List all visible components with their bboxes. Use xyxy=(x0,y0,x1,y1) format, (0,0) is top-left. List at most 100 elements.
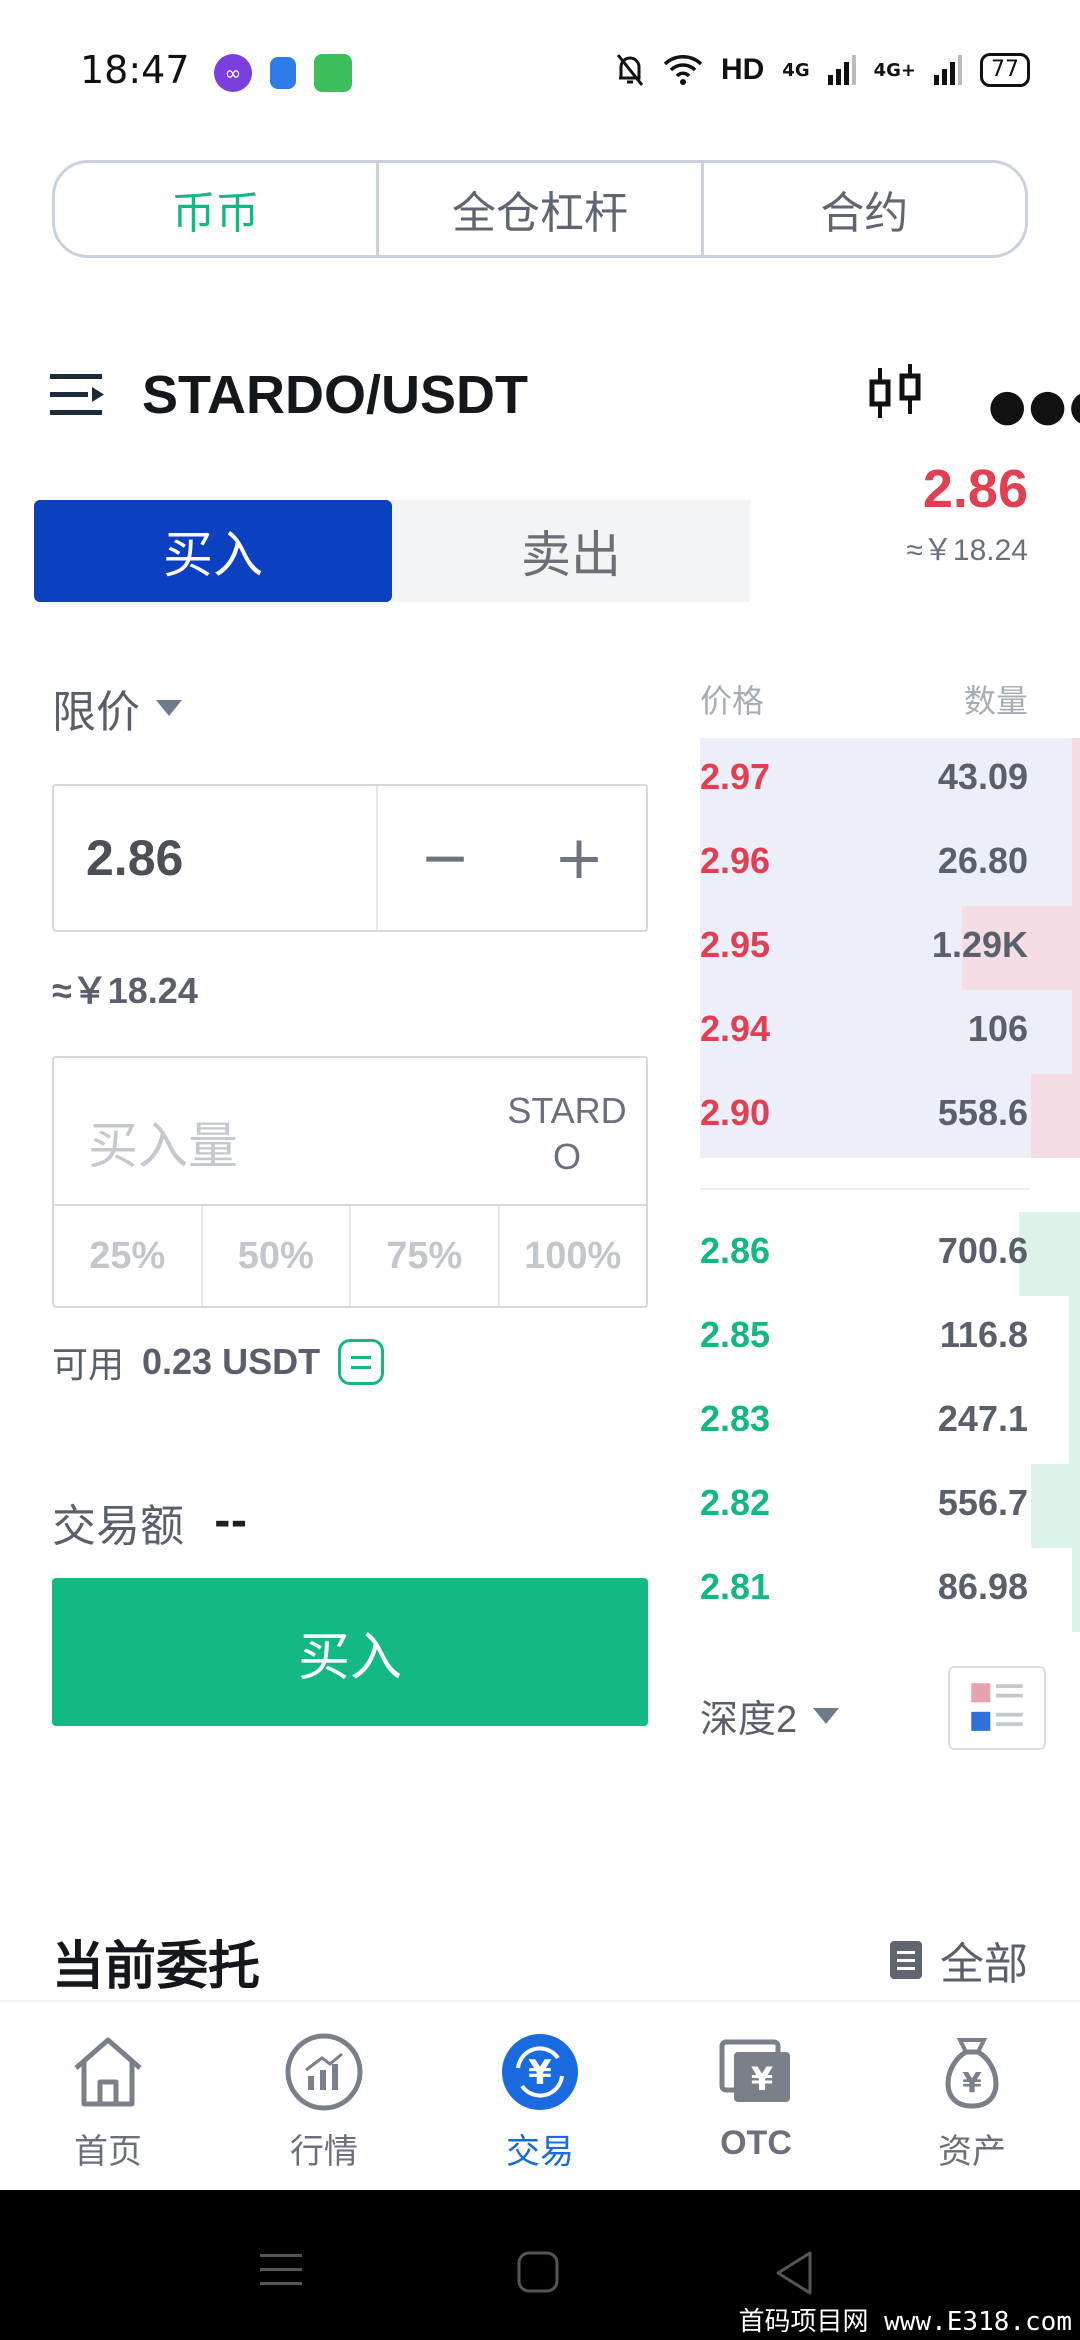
status-bar: 18:47 ∞ HD 4G 4G+ 77 xyxy=(0,0,1080,140)
bid-price: 2.82 xyxy=(700,1482,771,1523)
pair-list-menu-icon[interactable] xyxy=(50,370,106,420)
all-orders-link[interactable]: 全部 xyxy=(890,1928,1028,1992)
bid-row[interactable]: 2.81 86.98 xyxy=(700,1548,1080,1632)
amount-input[interactable]: 买入量 STARDO xyxy=(54,1058,646,1206)
ask-price: 2.95 xyxy=(700,924,771,965)
bid-price: 2.83 xyxy=(700,1398,771,1439)
more-options-icon[interactable]: ●●● xyxy=(988,380,1080,431)
order-type-label: 限价 xyxy=(52,687,140,738)
back-button-icon[interactable] xyxy=(774,2250,814,2296)
shield-lock-icon xyxy=(270,57,296,89)
sell-tab[interactable]: 卖出 xyxy=(392,500,750,602)
trade-amount-value: -- xyxy=(214,1499,248,1545)
price-cny-equivalent: ≈￥18.24 xyxy=(52,970,198,1011)
svg-text:¥: ¥ xyxy=(962,2066,982,2099)
nav-otc[interactable]: ¥ OTC xyxy=(648,2002,864,2190)
bid-row[interactable]: 2.85 116.8 xyxy=(700,1296,1080,1380)
svg-text:¥: ¥ xyxy=(751,2060,773,2098)
status-indicators: HD 4G 4G+ 77 xyxy=(615,52,1030,88)
buy-tab[interactable]: 买入 xyxy=(34,500,392,602)
ask-row[interactable]: 2.90 558.6 xyxy=(700,1074,1080,1158)
bid-row[interactable]: 2.82 556.7 xyxy=(700,1464,1080,1548)
bid-row[interactable]: 2.86 700.6 xyxy=(700,1212,1080,1296)
pair-header: STARDO/USDT ●●● xyxy=(50,360,1080,431)
order-book-header: 价格 数量 xyxy=(700,676,1028,722)
candlestick-chart-icon[interactable] xyxy=(866,362,926,424)
submit-buy-button[interactable]: 买入 xyxy=(52,1578,648,1726)
bid-price: 2.85 xyxy=(700,1314,771,1355)
ask-price: 2.90 xyxy=(700,1092,771,1133)
tab-contract[interactable]: 合约 xyxy=(704,163,1025,255)
bid-row[interactable]: 2.83 247.1 xyxy=(700,1380,1080,1464)
price-input[interactable]: 2.86 xyxy=(54,786,376,930)
buy-sell-toggle: 买入 卖出 xyxy=(34,500,750,602)
bid-qty: 86.98 xyxy=(937,1566,1028,1607)
nav-assets[interactable]: ¥ 资产 xyxy=(864,2002,1080,2190)
available-label: 可用 xyxy=(52,1345,125,1386)
app-game-icon xyxy=(314,54,352,92)
amount-unit: STARDO xyxy=(507,1090,627,1177)
ask-row[interactable]: 2.95 1.29K xyxy=(700,906,1080,990)
market-chart-icon xyxy=(285,2033,363,2111)
ask-row[interactable]: 2.96 26.80 xyxy=(700,822,1080,906)
app-link-icon: ∞ xyxy=(214,54,252,92)
nav-assets-label: 资产 xyxy=(938,2132,1006,2172)
ask-depth-bar xyxy=(1031,1074,1080,1158)
trade-amount: 交易额 -- xyxy=(52,1490,247,1554)
pair-name[interactable]: STARDO/USDT xyxy=(142,364,528,426)
status-time: 18:47 xyxy=(80,48,190,92)
bid-depth-bar xyxy=(1072,1548,1080,1632)
status-app-icons: ∞ xyxy=(214,54,352,92)
price-stepper: − + xyxy=(376,786,646,930)
ask-depth-bar xyxy=(1072,822,1080,906)
ask-qty: 558.6 xyxy=(937,1092,1028,1133)
ask-qty: 43.09 xyxy=(937,756,1028,797)
home-button-icon[interactable] xyxy=(516,2250,560,2294)
signal-bars-icon xyxy=(827,55,856,85)
percent-75-button[interactable]: 75% xyxy=(351,1206,500,1306)
money-bag-icon: ¥ xyxy=(945,2038,999,2109)
order-type-select[interactable]: 限价 xyxy=(52,676,182,740)
system-nav-bar: 首码项目网 www.E318.com xyxy=(0,2190,1080,2340)
depth-select[interactable]: 深度2 xyxy=(700,1688,840,1743)
bid-depth-bar xyxy=(1031,1464,1080,1548)
otc-yuan-icon: ¥ xyxy=(719,2039,790,2102)
order-book-layout-icon[interactable] xyxy=(948,1666,1046,1750)
ask-row[interactable]: 2.94 106 xyxy=(700,990,1080,1074)
signal-2-label: 4G+ xyxy=(873,59,916,81)
nav-home-label: 首页 xyxy=(74,2132,142,2172)
ask-row[interactable]: 2.97 43.09 xyxy=(700,738,1080,822)
nav-trade[interactable]: ¥ 交易 xyxy=(432,2002,648,2190)
bottom-nav: 首页 行情 ¥ 交易 ¥ OTC ¥ 资产 xyxy=(0,2000,1080,2190)
trade-amount-label: 交易额 xyxy=(52,1501,184,1552)
percent-25-button[interactable]: 25% xyxy=(54,1206,203,1306)
bid-price: 2.81 xyxy=(700,1566,771,1607)
percent-50-button[interactable]: 50% xyxy=(203,1206,351,1306)
tab-cross-margin[interactable]: 全仓杠杆 xyxy=(379,163,704,255)
nav-market[interactable]: 行情 xyxy=(216,2002,432,2190)
chevron-down-icon xyxy=(813,1707,840,1724)
bid-depth-bar xyxy=(1069,1380,1080,1464)
tab-spot[interactable]: 币币 xyxy=(55,163,380,255)
recent-apps-icon[interactable] xyxy=(258,2250,304,2290)
price-minus-button[interactable]: − xyxy=(378,786,512,930)
nav-home[interactable]: 首页 xyxy=(0,2002,216,2190)
price-plus-button[interactable]: + xyxy=(512,786,646,930)
nav-otc-label: OTC xyxy=(720,2124,792,2162)
last-price: 2.86 xyxy=(922,459,1028,519)
percent-100-button[interactable]: 100% xyxy=(500,1206,647,1306)
all-orders-label: 全部 xyxy=(940,1939,1028,1990)
bid-qty: 556.7 xyxy=(937,1482,1028,1523)
bid-qty: 700.6 xyxy=(937,1230,1028,1271)
bid-price: 2.86 xyxy=(700,1230,771,1271)
svg-text:¥: ¥ xyxy=(528,2053,552,2093)
trade-mode-tabs: 币币 全仓杠杆 合约 xyxy=(52,160,1028,258)
ask-price: 2.97 xyxy=(700,756,771,797)
bid-depth-bar xyxy=(1019,1212,1080,1296)
nav-market-label: 行情 xyxy=(290,2132,358,2172)
trade-yuan-icon: ¥ xyxy=(502,2034,578,2110)
order-book-qty-header: 数量 xyxy=(963,682,1028,720)
amount-input-group: 买入量 STARDO 25% 50% 75% 100% xyxy=(52,1056,648,1308)
transfer-icon[interactable] xyxy=(338,1339,385,1385)
ask-price: 2.96 xyxy=(700,840,771,881)
